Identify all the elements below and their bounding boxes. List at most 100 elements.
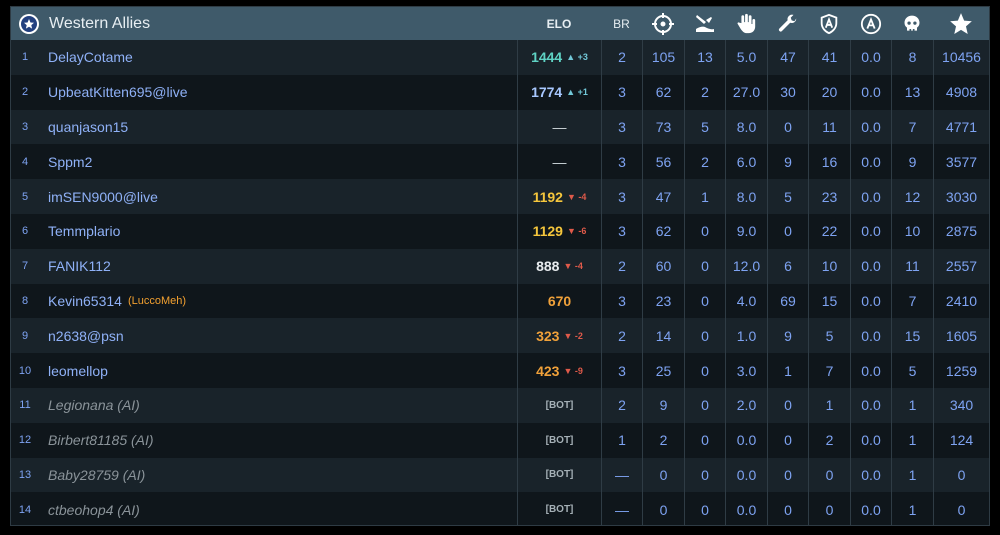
table-row[interactable]: 9 n2638@psn 323 ▼ -2 2 14 0 1.0 9 5 0.0 15 1605 <box>11 318 989 354</box>
arrow-down-icon: ▼ <box>563 261 573 272</box>
table-row[interactable]: 14 ctbeohop4 (AI) [BOT] —0 0 0.0 0 0 0.0 1 0 <box>11 492 989 525</box>
captures-cell: 41 <box>808 40 850 75</box>
player-name[interactable]: Baby28759 (AI) <box>48 467 145 483</box>
crosshair-icon[interactable] <box>642 7 684 40</box>
table-row[interactable]: 8 Kevin65314 (LuccoMeh) 670 3 23 0 4.0 69 15 0.0 7 2… <box>11 283 989 319</box>
kills-cell: 23 <box>642 283 684 319</box>
table-row[interactable]: 11 Legionana (AI) [BOT] 2 9 0 2.0 0 1 0.0 1 340 <box>11 387 989 423</box>
player-name-cell[interactable]: Kevin65314 (LuccoMeh) <box>39 284 517 319</box>
player-name[interactable]: n2638@psn <box>48 328 124 344</box>
repairs-cell: 0 <box>767 213 808 249</box>
circled-a-icon[interactable] <box>850 7 891 40</box>
player-name-cell[interactable]: UpbeatKitten695@live <box>39 75 517 110</box>
player-name[interactable]: Sppm2 <box>48 154 92 170</box>
player-name-cell[interactable]: quanjason15 <box>39 110 517 145</box>
repairs-cell: 0 <box>767 457 808 493</box>
br-cell: 3 <box>601 213 642 249</box>
table-row[interactable]: 10 leomellop 423 ▼ -9 3 25 0 3.0 1 7 0.0 5 1259 <box>11 353 989 388</box>
deaths-cell: 0 <box>684 283 725 319</box>
rank-cell: 6 <box>21 225 29 238</box>
elo-delta: ▼ -6 <box>567 226 586 236</box>
accuracy-cell: 0.0 <box>850 318 891 354</box>
arrow-down-icon: ▼ <box>563 330 573 341</box>
player-name-cell[interactable]: leomellop <box>39 353 517 388</box>
deaths-cell: 2 <box>684 144 725 180</box>
capture-shield-icon[interactable] <box>808 7 850 40</box>
player-name[interactable]: imSEN9000@live <box>48 189 158 205</box>
elo-value: 1774 <box>531 84 563 101</box>
deaths-cell: 0 <box>684 457 725 493</box>
br-cell: — <box>601 492 642 525</box>
captures-cell: 20 <box>808 74 850 110</box>
player-name[interactable]: Temmplario <box>48 223 120 239</box>
table-row[interactable]: 5 imSEN9000@live 1192 ▼ -4 3 47 1 8.0 5 23 0.0 12 30… <box>11 179 989 214</box>
table-row[interactable]: 7 FANIK112 888 ▼ -4 2 60 0 12.0 6 10 0.0 11 2557 <box>11 248 989 284</box>
table-row[interactable]: 3 quanjason15—3 73 5 8.0 0 11 0.0 7 4771 <box>11 109 989 145</box>
player-name[interactable]: Legionana (AI) <box>48 397 140 413</box>
score-cell: 1259 <box>933 353 989 388</box>
deaths-skull-cell: 1 <box>891 492 933 525</box>
repairs-cell: 0 <box>767 422 808 458</box>
skull-icon[interactable] <box>891 7 933 40</box>
rank-cell: 7 <box>21 260 29 273</box>
player-name-cell[interactable]: Birbert81185 (AI) <box>39 423 517 458</box>
hand-icon[interactable] <box>725 7 767 40</box>
repairs-cell: 47 <box>767 40 808 75</box>
captures-cell: 7 <box>808 353 850 388</box>
player-name-cell[interactable]: Baby28759 (AI) <box>39 458 517 493</box>
player-name-cell[interactable]: Legionana (AI) <box>39 388 517 423</box>
score-cell: 2875 <box>933 213 989 249</box>
table-row[interactable]: 2 UpbeatKitten695@live 1774 ▲ +1 3 62 2 27.0 30 2… <box>11 74 989 110</box>
deaths-cell: 0 <box>684 213 725 249</box>
rank-cell: 14 <box>18 503 32 516</box>
table-row[interactable]: 4 Sppm2—3 56 2 6.0 9 16 0.0 9 3577 <box>11 144 989 180</box>
rank-cell: 10 <box>18 364 32 377</box>
player-name[interactable]: Birbert81185 (AI) <box>48 432 154 448</box>
player-name[interactable]: Kevin65314 <box>48 293 122 309</box>
table-row[interactable]: 13 Baby28759 (AI) [BOT] —0 0 0.0 0 0 0.0 1 0 <box>11 457 989 493</box>
elo-cell: 323 ▼ -2 <box>517 318 601 354</box>
elo-delta-value: -9 <box>574 365 583 376</box>
elo-delta-value: -4 <box>574 261 583 272</box>
br-column-header[interactable]: BR <box>601 7 642 40</box>
arrow-down-icon: ▼ <box>566 191 576 202</box>
arrow-up-icon: ▲ <box>566 87 576 98</box>
br-cell: 3 <box>601 283 642 319</box>
captures-cell: 11 <box>808 109 850 145</box>
crashed-plane-icon[interactable] <box>684 7 725 40</box>
deaths-cell: 0 <box>684 318 725 354</box>
table-row[interactable]: 12 Birbert81185 (AI) [BOT] 1 2 0 0.0 0 2 0.0 1 124 <box>11 422 989 458</box>
player-name-cell[interactable]: imSEN9000@live <box>39 179 517 214</box>
player-name[interactable]: DelayCotame <box>48 49 133 65</box>
captures-cell: 0 <box>808 492 850 525</box>
headshots-cell: 8.0 <box>725 109 767 145</box>
player-name-cell[interactable]: Sppm2 <box>39 144 517 179</box>
br-cell: 3 <box>601 179 642 214</box>
captures-cell: 5 <box>808 318 850 354</box>
table-row[interactable]: 6 Temmplario 1129 ▼ -6 3 62 0 9.0 0 22 0.0 10 2875 <box>11 213 989 249</box>
repairs-cell: 6 <box>767 248 808 284</box>
repairs-cell: 30 <box>767 74 808 110</box>
player-name[interactable]: ctbeohop4 (AI) <box>48 502 140 518</box>
rank-cell: 3 <box>21 120 29 133</box>
repairs-cell: 9 <box>767 144 808 180</box>
table-row[interactable]: 1 DelayCotame 1444 ▲ +3 2 105 13 5.0 47 41 0.0 8 104… <box>11 40 989 75</box>
elo-value: 1444 <box>531 49 563 66</box>
player-name-cell[interactable]: Temmplario <box>39 214 517 249</box>
repairs-cell: 0 <box>767 387 808 423</box>
player-name[interactable]: UpbeatKitten695@live <box>48 84 188 100</box>
star-icon[interactable] <box>933 7 989 40</box>
player-name-cell[interactable]: FANIK112 <box>39 249 517 284</box>
player-name-cell[interactable]: ctbeohop4 (AI) <box>39 492 517 525</box>
rank-cell: 2 <box>21 86 29 99</box>
player-name[interactable]: leomellop <box>48 363 108 379</box>
player-name-cell[interactable]: DelayCotame <box>39 40 517 75</box>
bot-badge: [BOT] <box>545 504 574 516</box>
player-name-cell[interactable]: n2638@psn <box>39 318 517 353</box>
player-name[interactable]: FANIK112 <box>48 258 111 274</box>
br-cell: 2 <box>601 387 642 423</box>
player-name[interactable]: quanjason15 <box>48 119 128 135</box>
deaths-skull-cell: 1 <box>891 457 933 493</box>
wrench-icon[interactable] <box>767 7 808 40</box>
elo-column-header[interactable]: ELO <box>517 7 601 40</box>
